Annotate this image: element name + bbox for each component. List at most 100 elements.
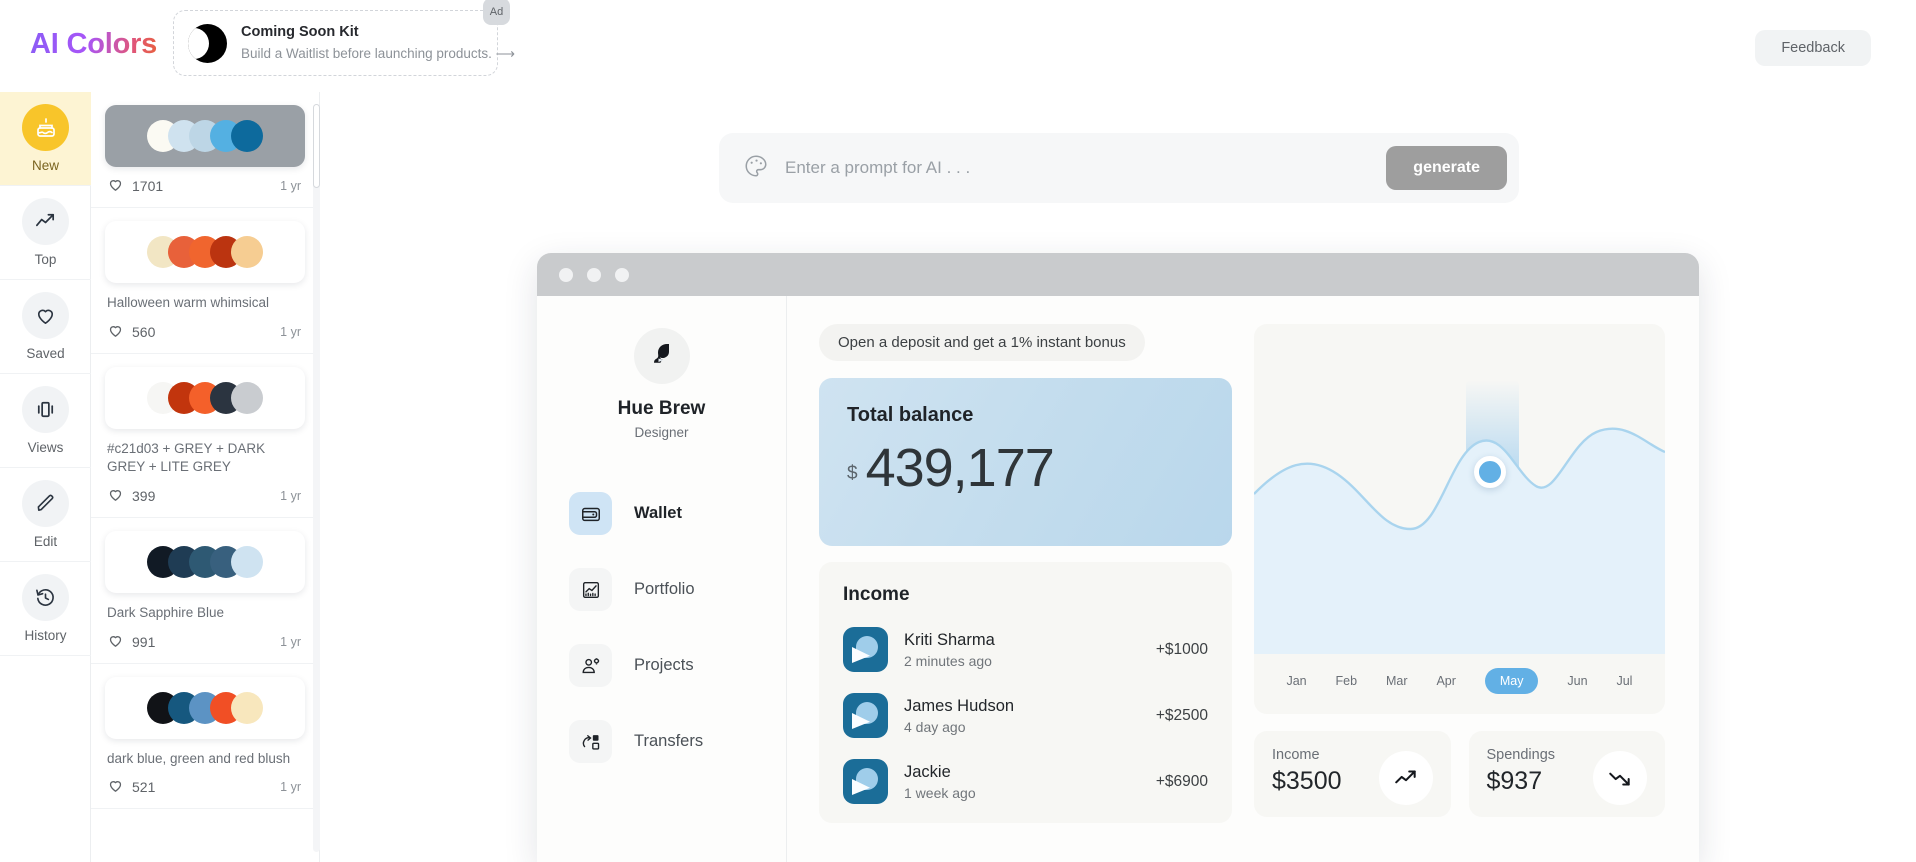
palette-age: 1 yr <box>280 780 301 795</box>
total-balance-amount: 439,177 <box>865 438 1055 498</box>
ad-logo-icon <box>188 23 227 63</box>
rail-item-edit[interactable]: Edit <box>0 468 91 562</box>
palette-swatches[interactable] <box>105 676 305 739</box>
nav-item-projects[interactable]: Projects <box>569 644 754 687</box>
ad-badge: Ad <box>483 0 510 25</box>
rail-item-new[interactable]: New <box>0 92 91 186</box>
profile-name: Hue Brew <box>617 398 706 419</box>
rail-item-saved[interactable]: Saved <box>0 280 91 374</box>
trend-up-icon <box>1378 751 1433 805</box>
activity-chart[interactable]: Jan Feb Mar Apr May Jun Jul <box>1254 324 1665 714</box>
avatar <box>633 328 690 384</box>
generate-button[interactable]: generate <box>1386 146 1507 190</box>
nav-label-portfolio: Portfolio <box>634 580 695 598</box>
mockup-main: Open a deposit and get a 1% instant bonu… <box>787 296 1699 862</box>
swatch-dot <box>231 381 263 414</box>
wallet-icon <box>569 492 612 535</box>
rail-item-top[interactable]: Top <box>0 186 91 280</box>
palette-card[interactable]: Halloween warm whimsical 560 1 yr <box>91 208 319 354</box>
palette-swatches[interactable] <box>105 221 305 283</box>
income-title: Income <box>843 584 910 605</box>
palette-age: 1 yr <box>280 488 301 503</box>
chart-month-mar[interactable]: Mar <box>1386 674 1408 688</box>
chart-month-jul[interactable]: Jul <box>1616 674 1632 688</box>
app-logo: AI Colors <box>30 28 158 60</box>
like-button[interactable]: 560 <box>107 322 155 342</box>
like-count: 991 <box>132 633 156 650</box>
stat-card-income: Income $3500 <box>1254 731 1451 817</box>
ad-card[interactable]: Coming Soon Kit Build a Waitlist before … <box>173 0 515 76</box>
like-button[interactable]: 399 <box>107 486 155 506</box>
swatch-dot <box>231 691 263 724</box>
palette-swatches[interactable] <box>105 366 305 429</box>
swatch-dot <box>231 120 263 152</box>
contact-avatar <box>843 627 888 672</box>
palette-name: Dark Sapphire Blue <box>107 604 225 620</box>
chart-marker-dot[interactable] <box>1473 456 1506 488</box>
income-row[interactable]: James Hudson 4 day ago +$2500 <box>843 693 1208 738</box>
rail-label-saved: Saved <box>26 346 65 361</box>
chart-month-jan[interactable]: Jan <box>1286 674 1306 688</box>
chart-month-apr[interactable]: Apr <box>1436 674 1455 688</box>
palette-swatches[interactable] <box>105 105 305 167</box>
chrome-dot-close <box>559 267 573 282</box>
income-amount: +$2500 <box>1155 706 1208 724</box>
chart-x-axis: Jan Feb Mar Apr May Jun Jul <box>1254 666 1665 696</box>
trending-up-icon <box>22 198 69 245</box>
ad-subtitle: Build a Waitlist before launching produc… <box>241 46 515 62</box>
feedback-button[interactable]: Feedback <box>1755 30 1871 66</box>
nav-item-portfolio[interactable]: Portfolio <box>569 568 754 611</box>
browser-chrome <box>537 253 1699 296</box>
palette-card[interactable]: Dark Sapphire Blue 991 1 yr <box>91 518 319 664</box>
heart-icon <box>107 486 124 506</box>
history-icon <box>22 574 69 621</box>
swatch-dot <box>231 236 263 268</box>
palette-card[interactable]: #c21d03 + GREY + DARK GREY + LITE GREY 3… <box>91 354 319 518</box>
palette-name: dark blue, green and red blush <box>107 750 291 766</box>
like-count: 521 <box>132 779 156 796</box>
palette-list[interactable]: 1701 1 yr Halloween warm whimsical 560 1… <box>91 92 320 862</box>
income-row[interactable]: Kriti Sharma 2 minutes ago +$1000 <box>843 627 1208 672</box>
palette-swatches[interactable] <box>105 530 305 593</box>
nav-item-wallet[interactable]: Wallet <box>569 492 754 535</box>
prompt-input[interactable] <box>785 158 1387 178</box>
transfer-icon <box>569 720 612 763</box>
income-time: 2 minutes ago <box>904 652 992 669</box>
prompt-bar: generate <box>719 133 1519 203</box>
nav-item-transfers[interactable]: Transfers <box>569 720 754 763</box>
like-count: 560 <box>132 323 156 340</box>
left-rail: New Top Saved Views Edit History <box>0 92 91 862</box>
palette-name: #c21d03 + GREY + DARK GREY + LITE GREY <box>107 440 266 475</box>
heart-icon <box>22 292 69 339</box>
palette-card[interactable]: 1701 1 yr <box>91 92 319 208</box>
like-button[interactable]: 1701 <box>107 176 163 196</box>
rail-item-views[interactable]: Views <box>0 374 91 468</box>
palette-list-scrollbar[interactable] <box>313 104 320 852</box>
chart-month-jun[interactable]: Jun <box>1567 674 1587 688</box>
dashboard-mockup: Hue Brew Designer Wallet Portfolio Proje… <box>537 253 1699 862</box>
rail-label-history: History <box>24 628 67 643</box>
stat-label-income: Income <box>1272 747 1320 763</box>
like-count: 399 <box>132 487 156 504</box>
chart-area-svg <box>1254 427 1665 654</box>
like-count: 1701 <box>132 178 164 194</box>
income-name: James Hudson <box>904 696 1015 715</box>
palette-card[interactable]: dark blue, green and red blush 521 1 yr <box>91 664 319 810</box>
chart-month-feb[interactable]: Feb <box>1336 674 1358 688</box>
like-button[interactable]: 521 <box>107 777 155 797</box>
rail-item-history[interactable]: History <box>0 562 91 656</box>
income-row[interactable]: Jackie 1 week ago +$6900 <box>843 759 1208 804</box>
chart-month-may[interactable]: May <box>1484 668 1539 694</box>
contact-avatar <box>843 759 888 804</box>
stats-row: Income $3500 Spendings $937 <box>1254 731 1665 817</box>
total-balance-label: Total balance <box>847 404 974 426</box>
stat-label-spendings: Spendings <box>1486 747 1556 763</box>
scrollbar-thumb[interactable] <box>313 104 320 188</box>
income-name: Kriti Sharma <box>904 630 995 649</box>
income-card: Income Kriti Sharma 2 minutes ago +$1000… <box>819 562 1232 823</box>
rail-label-edit: Edit <box>33 534 58 549</box>
income-time: 1 week ago <box>904 784 976 801</box>
deposit-banner[interactable]: Open a deposit and get a 1% instant bonu… <box>819 324 1145 361</box>
income-time: 4 day ago <box>904 718 966 735</box>
like-button[interactable]: 991 <box>107 632 155 652</box>
